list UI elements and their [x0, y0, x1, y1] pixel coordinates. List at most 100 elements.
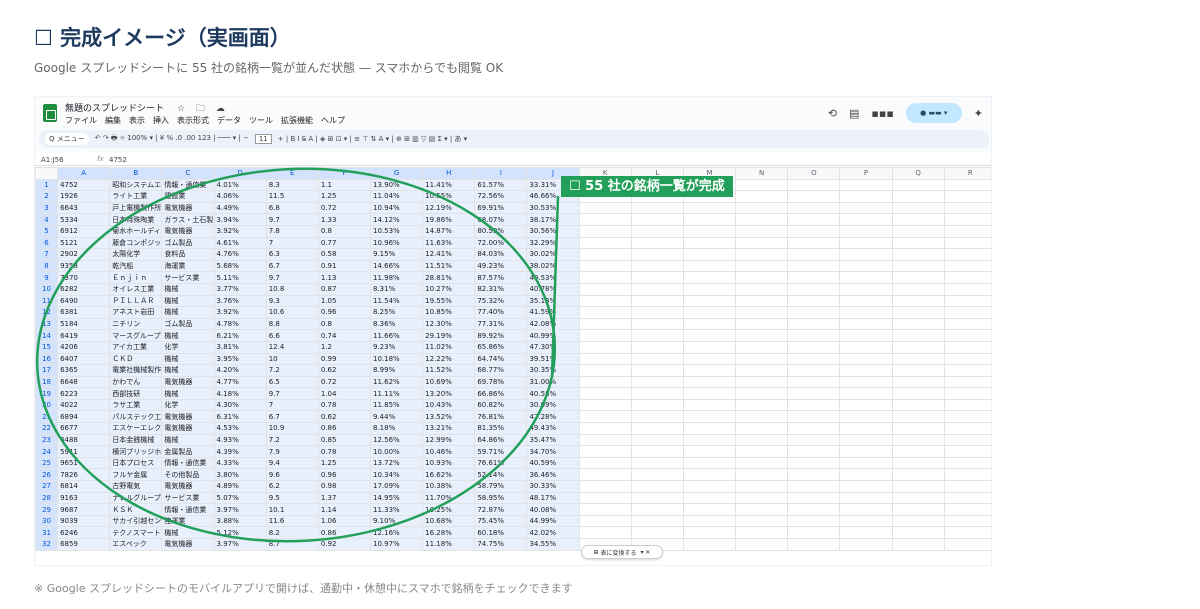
cell[interactable]: [682, 480, 737, 493]
cell[interactable]: [787, 526, 841, 539]
cell[interactable]: 34.55%: [526, 538, 580, 551]
cell[interactable]: アイカ工業: [109, 340, 163, 354]
cell[interactable]: 68.77%: [474, 364, 528, 377]
cell[interactable]: [943, 364, 991, 377]
cell[interactable]: ナレルグループ: [109, 491, 163, 505]
cell[interactable]: [578, 422, 632, 435]
cell[interactable]: [578, 445, 632, 458]
cell[interactable]: [891, 282, 945, 296]
cell[interactable]: 機械: [161, 433, 215, 447]
cell[interactable]: ゴム製品: [161, 236, 215, 250]
cell[interactable]: 11.41%: [422, 178, 476, 192]
cell[interactable]: 3.94%: [213, 213, 267, 226]
cell[interactable]: [891, 340, 945, 354]
cell[interactable]: 10.46%: [422, 445, 476, 458]
cell[interactable]: 6677: [57, 422, 111, 435]
cell[interactable]: [630, 491, 684, 505]
cell[interactable]: 9.5: [265, 491, 319, 505]
cell[interactable]: 4.53%: [213, 422, 267, 435]
cell[interactable]: 3.97%: [213, 503, 267, 516]
cell[interactable]: 8.2: [265, 526, 319, 539]
cell[interactable]: [839, 526, 893, 539]
cell[interactable]: 5.11%: [213, 271, 267, 284]
cell[interactable]: 32.29%: [526, 236, 580, 250]
cell[interactable]: [630, 329, 684, 342]
cell[interactable]: [891, 352, 945, 366]
cell[interactable]: 6.21%: [213, 329, 267, 342]
cell[interactable]: 81.35%: [474, 422, 528, 435]
cell[interactable]: 59.71%: [474, 445, 528, 458]
cell[interactable]: 0.98: [317, 480, 372, 493]
cell[interactable]: 72.00%: [474, 236, 528, 250]
cell[interactable]: [735, 317, 789, 331]
cell[interactable]: [735, 271, 789, 284]
cell[interactable]: [682, 364, 737, 377]
cell[interactable]: 69.78%: [474, 375, 528, 389]
cell[interactable]: 68.07%: [474, 213, 528, 226]
row-header[interactable]: 30: [35, 514, 59, 528]
cell[interactable]: 76.61%: [474, 456, 528, 470]
cell[interactable]: 6223: [57, 387, 111, 400]
cell[interactable]: [891, 271, 945, 284]
cell[interactable]: [839, 317, 893, 331]
cell[interactable]: [787, 329, 841, 342]
cell[interactable]: [787, 503, 841, 516]
formula-input[interactable]: 4752: [109, 156, 127, 164]
menu-item[interactable]: ヘルプ: [321, 115, 345, 127]
cell[interactable]: 14.87%: [422, 224, 476, 238]
cell[interactable]: 4.49%: [213, 201, 267, 215]
cell[interactable]: 30.09%: [526, 398, 580, 412]
cell[interactable]: [839, 329, 893, 342]
cell[interactable]: [630, 410, 684, 424]
cell[interactable]: [891, 190, 945, 203]
cell[interactable]: 古野電気: [109, 480, 163, 493]
cell[interactable]: 4.78%: [213, 317, 267, 331]
cell[interactable]: [943, 491, 991, 505]
cell[interactable]: [578, 387, 632, 400]
cell[interactable]: [735, 178, 789, 192]
row-header[interactable]: 5: [35, 224, 59, 238]
column-header[interactable]: P: [839, 167, 893, 180]
cell[interactable]: [839, 306, 893, 319]
cell[interactable]: 0.87: [317, 282, 372, 296]
sheets-logo-icon[interactable]: [43, 104, 57, 122]
cell[interactable]: [682, 317, 737, 331]
cell[interactable]: [682, 514, 737, 528]
cell[interactable]: 9.23%: [369, 340, 424, 354]
cell[interactable]: [787, 224, 841, 238]
cell[interactable]: 3.97%: [213, 538, 267, 551]
cell[interactable]: [787, 514, 841, 528]
row-header[interactable]: 9: [35, 271, 59, 284]
cell[interactable]: [891, 491, 945, 505]
cell[interactable]: [735, 480, 789, 493]
cell[interactable]: 4.20%: [213, 364, 267, 377]
cell[interactable]: 9.7: [265, 271, 319, 284]
cell[interactable]: 76.81%: [474, 410, 528, 424]
cell[interactable]: 13.20%: [422, 387, 476, 400]
cell[interactable]: [682, 224, 737, 238]
cell[interactable]: [682, 352, 737, 366]
cell[interactable]: [735, 398, 789, 412]
cell[interactable]: 11.51%: [422, 259, 476, 273]
cell[interactable]: 17.09%: [369, 480, 424, 493]
cell[interactable]: 11.66%: [369, 329, 424, 342]
cell[interactable]: 日本特殊陶業: [109, 213, 163, 226]
cell[interactable]: [839, 514, 893, 528]
cell[interactable]: 情報・通信業: [161, 456, 215, 470]
cell[interactable]: 36.46%: [526, 468, 580, 482]
cell[interactable]: 77.31%: [474, 317, 528, 331]
cell[interactable]: 4.33%: [213, 456, 267, 470]
menu-item[interactable]: 表示形式: [177, 115, 209, 127]
column-header[interactable]: G: [369, 167, 424, 180]
cell[interactable]: [839, 410, 893, 424]
cell[interactable]: ゴム製品: [161, 317, 215, 331]
row-header[interactable]: 1: [35, 178, 59, 192]
cell[interactable]: 10.85%: [422, 306, 476, 319]
cell[interactable]: 10.43%: [422, 398, 476, 412]
cell[interactable]: [943, 352, 991, 366]
cell[interactable]: 30.33%: [526, 480, 580, 493]
cell[interactable]: [839, 213, 893, 226]
cell[interactable]: [735, 387, 789, 400]
cell[interactable]: [891, 317, 945, 331]
meet-icon[interactable]: ▪▪▪: [871, 107, 893, 120]
